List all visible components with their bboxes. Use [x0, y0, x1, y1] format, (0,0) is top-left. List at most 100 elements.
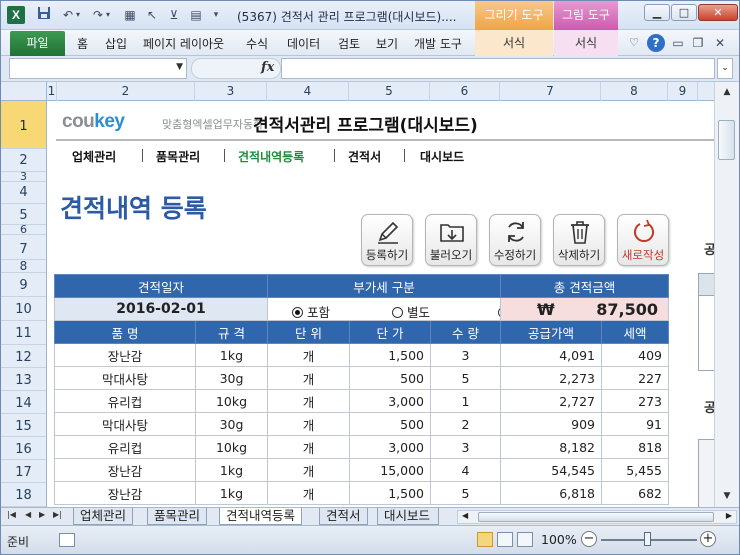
excel-logo-icon[interactable]: X [7, 6, 25, 24]
cell-price[interactable]: 500 [349, 366, 431, 390]
cell-spec[interactable]: 1kg [195, 343, 268, 367]
scroll-down-icon[interactable]: ▼ [718, 488, 736, 504]
column-header[interactable]: 7 [500, 82, 601, 101]
undo-dropdown-icon[interactable]: ▾ [73, 6, 83, 24]
cell-supply[interactable]: 909 [500, 412, 602, 436]
sheet-tab-products[interactable]: 품목관리 [147, 508, 208, 525]
cell-qty[interactable]: 3 [430, 343, 501, 367]
horizontal-scrollbar[interactable]: ◀ ▶ [457, 510, 737, 524]
column-header[interactable]: 1 [47, 82, 57, 101]
filter-icon[interactable]: ⊻ [165, 6, 183, 24]
load-button[interactable]: 불러오기 [425, 214, 477, 266]
cell-price[interactable]: 15,000 [349, 458, 431, 482]
pointer-icon[interactable]: ↖ [143, 6, 161, 24]
column-header[interactable]: 8 [601, 82, 668, 101]
cell-supply[interactable]: 2,727 [500, 389, 602, 413]
cell-unit[interactable]: 개 [267, 366, 350, 390]
zoom-slider-thumb[interactable] [644, 532, 651, 546]
cell-qty[interactable]: 4 [430, 458, 501, 482]
zoom-out-icon[interactable]: − [581, 531, 597, 547]
row-header[interactable]: 16 [1, 437, 46, 460]
cell-price[interactable]: 1,500 [349, 481, 431, 505]
column-header[interactable]: 6 [430, 82, 500, 101]
tab-picture-format[interactable]: 서식 [554, 30, 618, 56]
cell-unit[interactable]: 개 [267, 412, 350, 436]
cell-supply[interactable]: 4,091 [500, 343, 602, 367]
row-header[interactable]: 5 [1, 204, 46, 225]
cell-item[interactable]: 장난감 [54, 458, 196, 482]
row-header[interactable]: 2 [1, 149, 46, 172]
tab-formulas[interactable]: 수식 [246, 35, 268, 52]
row-header[interactable]: 13 [1, 368, 46, 391]
cell-item[interactable]: 장난감 [54, 343, 196, 367]
nav-item-products[interactable]: 품목관리 [156, 148, 200, 165]
next-sheet-icon[interactable]: ▶ [39, 510, 45, 519]
horizontal-scroll-thumb[interactable] [478, 512, 714, 522]
row-header[interactable]: 1 [1, 101, 46, 149]
cell-item[interactable]: 막대사탕 [54, 366, 196, 390]
cell-supply[interactable]: 2,273 [500, 366, 602, 390]
cell-spec[interactable]: 30g [195, 366, 268, 390]
cell-price[interactable]: 500 [349, 412, 431, 436]
row-header[interactable]: 14 [1, 391, 46, 414]
register-button[interactable]: 등록하기 [361, 214, 413, 266]
cell-tax[interactable]: 682 [601, 481, 669, 505]
cell-tax[interactable]: 409 [601, 343, 669, 367]
cell-spec[interactable]: 1kg [195, 481, 268, 505]
row-header[interactable]: 4 [1, 182, 46, 204]
sheet-tab-dashboard[interactable]: 대시보드 [377, 508, 439, 525]
cell-unit[interactable]: 개 [267, 435, 350, 459]
cell-spec[interactable]: 1kg [195, 458, 268, 482]
quote-date-field[interactable]: 2016-02-01 [54, 297, 268, 321]
tab-view[interactable]: 보기 [376, 35, 398, 52]
formula-input[interactable] [281, 58, 715, 79]
cell-tax[interactable]: 818 [601, 435, 669, 459]
page-layout-view-icon[interactable] [497, 532, 513, 547]
cell-unit[interactable]: 개 [267, 481, 350, 505]
redo-dropdown-icon[interactable]: ▾ [103, 6, 113, 24]
help-icon[interactable]: ? [647, 34, 665, 52]
cell-spec[interactable]: 10kg [195, 435, 268, 459]
nav-item-companies[interactable]: 업체관리 [72, 148, 116, 165]
scroll-left-icon[interactable]: ◀ [462, 511, 468, 520]
vertical-scroll-thumb[interactable] [718, 120, 735, 160]
restore-icon[interactable]: ❐ [689, 34, 707, 52]
sheet-tab-companies[interactable]: 업체관리 [73, 508, 134, 525]
cell-price[interactable]: 1,500 [349, 343, 431, 367]
tab-home[interactable]: 홈 [77, 35, 88, 52]
cell-unit[interactable]: 개 [267, 458, 350, 482]
row-header[interactable]: 18 [1, 483, 46, 507]
column-header[interactable]: 3 [195, 82, 267, 101]
cell-supply[interactable]: 54,545 [500, 458, 602, 482]
customize-qat-icon[interactable]: ▾ [207, 6, 225, 24]
column-header[interactable]: 5 [349, 82, 430, 101]
row-header[interactable]: 3 [1, 171, 46, 182]
vat-option-separate[interactable]: 별도 [392, 302, 430, 320]
vertical-scrollbar[interactable]: ▲ ▼ [714, 82, 739, 507]
scroll-up-icon[interactable]: ▲ [718, 84, 736, 100]
nav-item-quote[interactable]: 견적서 [348, 148, 381, 165]
delete-button[interactable]: 삭제하기 [553, 214, 605, 266]
cell-tax[interactable]: 91 [601, 412, 669, 436]
row-header[interactable]: 9 [1, 273, 46, 297]
select-all-corner[interactable] [1, 82, 47, 101]
workbook-close-icon[interactable]: ✕ [711, 34, 729, 52]
cell-unit[interactable]: 개 [267, 343, 350, 367]
nav-item-quote-entry[interactable]: 견적내역등록 [238, 148, 304, 165]
tab-developer[interactable]: 개발 도구 [414, 35, 462, 52]
tab-page-layout[interactable]: 페이지 레이아웃 [143, 35, 224, 52]
row-header[interactable]: 17 [1, 460, 46, 483]
cell-supply[interactable]: 6,818 [500, 481, 602, 505]
column-header[interactable]: 2 [57, 82, 195, 101]
fx-icon[interactable]: fx [261, 60, 274, 75]
minimize-button[interactable]: ▁ [644, 4, 670, 21]
cell-unit[interactable]: 개 [267, 389, 350, 413]
column-header[interactable]: 4 [267, 82, 349, 101]
cell-qty[interactable]: 3 [430, 435, 501, 459]
last-sheet-icon[interactable]: ▶| [53, 510, 62, 519]
new-button[interactable]: 새로작성 [617, 214, 669, 266]
cell-price[interactable]: 3,000 [349, 389, 431, 413]
macro-record-icon[interactable] [59, 533, 75, 547]
cell-item[interactable]: 막대사탕 [54, 412, 196, 436]
nav-item-dashboard[interactable]: 대시보드 [420, 148, 464, 165]
